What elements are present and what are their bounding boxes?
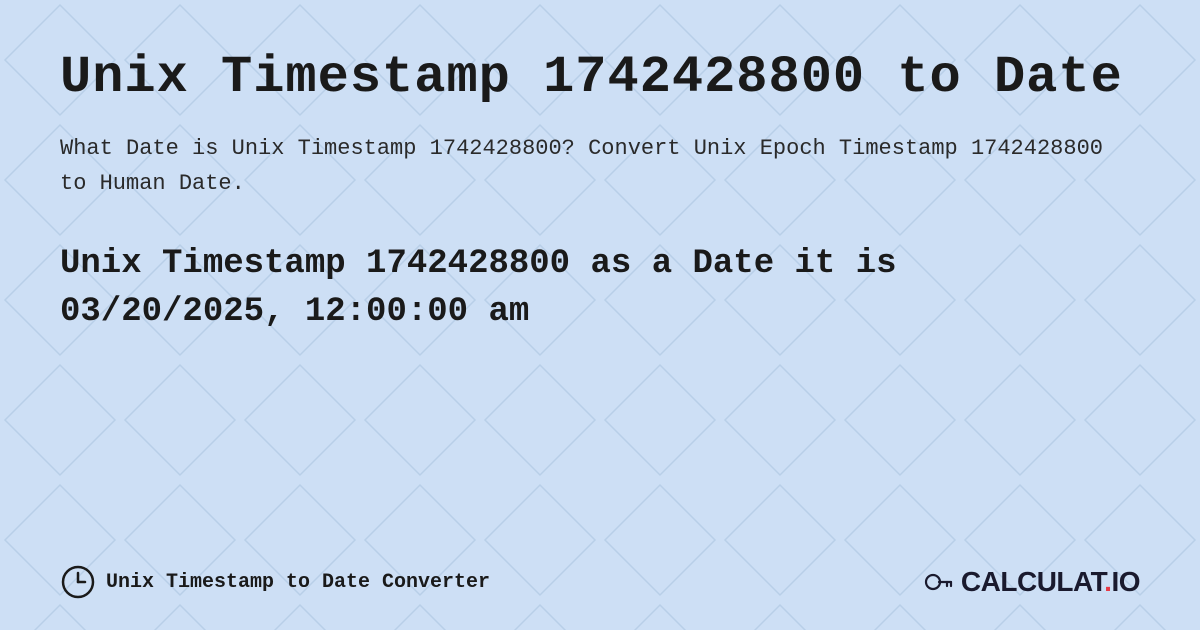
- logo-icon: [923, 566, 955, 598]
- calculat-logo[interactable]: CALCULAT.IO: [923, 566, 1140, 598]
- footer-converter-link[interactable]: Unix Timestamp to Date Converter: [60, 564, 490, 600]
- result-text: Unix Timestamp 1742428800 as a Date it i…: [60, 241, 1140, 336]
- clock-icon: [60, 564, 96, 600]
- page-title: Unix Timestamp 1742428800 to Date: [60, 48, 1140, 107]
- logo-text: CALCULAT.IO: [961, 566, 1140, 598]
- result-line1: Unix Timestamp 1742428800 as a Date it i…: [60, 245, 897, 283]
- result-line2: 03/20/2025, 12:00:00 am: [60, 293, 529, 331]
- description-text: What Date is Unix Timestamp 1742428800? …: [60, 131, 1140, 201]
- footer-label: Unix Timestamp to Date Converter: [106, 571, 490, 594]
